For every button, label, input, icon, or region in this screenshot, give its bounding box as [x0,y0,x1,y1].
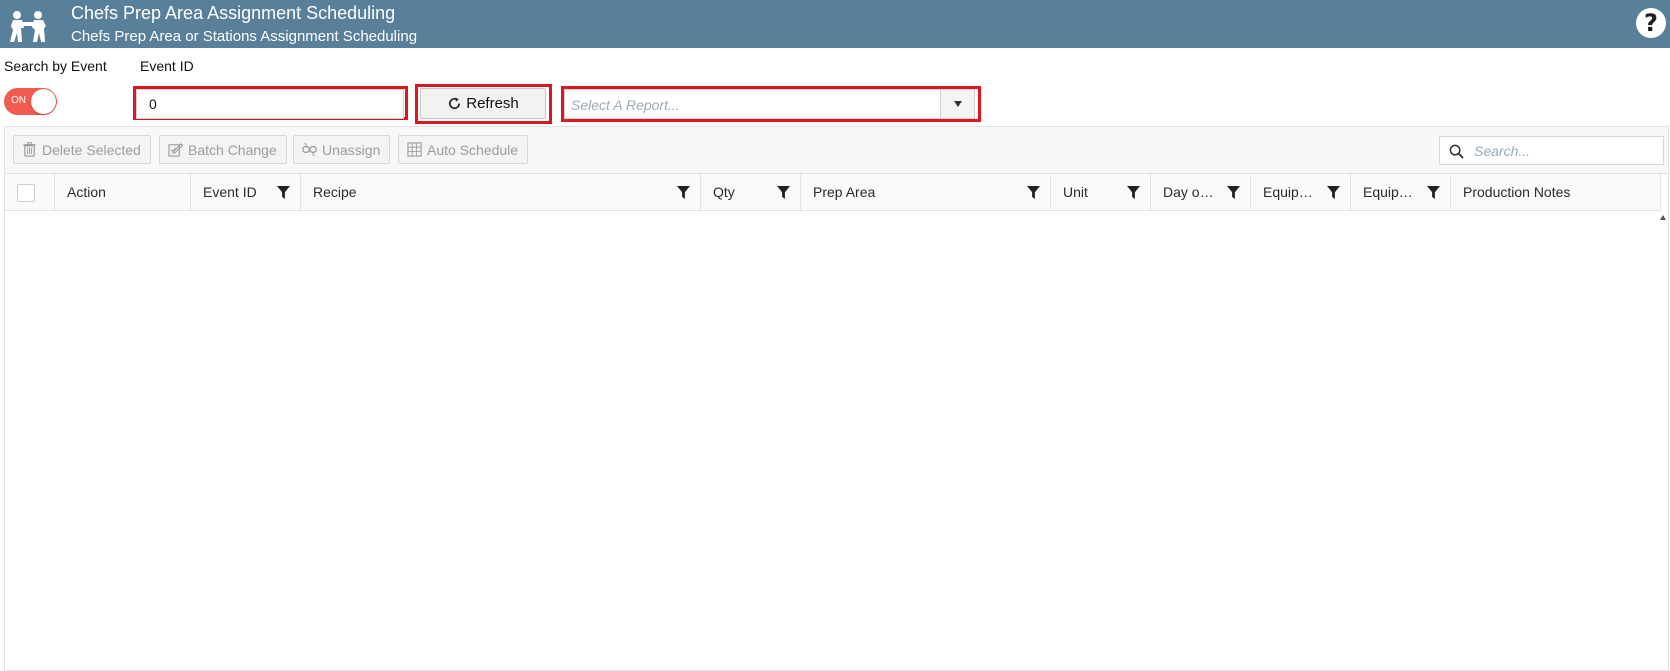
filter-icon[interactable] [777,186,790,199]
assignment-grid: Delete Selected Batch Change Unassign Au… [4,126,1669,671]
column-label: Recipe [313,184,357,200]
event-id-input[interactable] [136,89,404,119]
column-header-unit[interactable]: Unit [1051,174,1151,211]
help-icon[interactable]: ? [1636,8,1666,38]
filter-icon[interactable] [1027,186,1040,199]
column-label: Action [67,184,106,200]
refresh-button[interactable]: Refresh [420,88,546,119]
delete-selected-button[interactable]: Delete Selected [13,135,151,164]
page-title: Chefs Prep Area Assignment Scheduling [71,3,396,23]
grid-toolbar: Delete Selected Batch Change Unassign Au… [5,127,1668,174]
column-header-production-notes[interactable]: Production Notes [1451,174,1661,211]
unassign-button[interactable]: Unassign [293,135,391,164]
column-header-equipment-1[interactable]: Equip… [1251,174,1351,211]
column-header-day-of[interactable]: Day o… [1151,174,1251,211]
column-label: Day o… [1163,184,1214,200]
batch-change-button[interactable]: Batch Change [159,135,287,164]
scrollbar-up-arrow[interactable] [1659,212,1667,222]
column-header-equipment-2[interactable]: Equip… [1351,174,1451,211]
column-label: Qty [713,184,735,200]
refresh-label: Refresh [466,95,519,112]
column-label: Unit [1063,184,1088,200]
search-input[interactable] [1472,141,1657,161]
auto-schedule-button[interactable]: Auto Schedule [398,135,529,164]
filter-icon[interactable] [277,186,290,199]
column-label: Equip… [1263,184,1313,200]
column-label: Equip… [1363,184,1413,200]
toggle-state-label: ON [11,95,26,106]
report-select[interactable]: Select A Report... [564,89,975,119]
search-by-event-toggle[interactable]: ON [4,88,57,115]
column-label: Prep Area [813,184,876,200]
page-subtitle: Chefs Prep Area or Stations Assignment S… [71,28,418,45]
unassign-label: Unassign [322,141,381,158]
report-select-placeholder: Select A Report... [571,97,680,113]
column-label: Event ID [203,184,257,200]
batch-edit-icon [168,143,183,157]
trash-icon [23,142,36,157]
search-by-event-label: Search by Event [4,58,107,74]
column-label: Production Notes [1463,184,1571,200]
column-header-action[interactable]: Action [55,174,191,211]
column-header-qty[interactable]: Qty [701,174,801,211]
filter-icon[interactable] [677,186,690,199]
batch-change-label: Batch Change [188,141,277,158]
search-icon [1449,144,1464,159]
calendar-grid-icon [407,142,422,157]
select-all-checkbox[interactable] [17,184,35,202]
filter-icon[interactable] [1227,186,1240,199]
filter-icon[interactable] [1427,186,1440,199]
column-header-event-id[interactable]: Event ID [191,174,301,211]
chefs-logo-icon [10,11,46,42]
header-select-all-cell [5,174,55,211]
filter-icon[interactable] [1327,186,1340,199]
delete-selected-label: Delete Selected [42,141,141,158]
table-header: Action Event ID Recipe Qty Prep Area Uni… [5,174,1661,211]
column-header-prep-area[interactable]: Prep Area [801,174,1051,211]
refresh-icon [449,97,461,110]
chevron-down-icon[interactable] [940,90,974,118]
column-header-recipe[interactable]: Recipe [301,174,701,211]
app-header: Chefs Prep Area Assignment Scheduling Ch… [0,0,1670,48]
auto-schedule-label: Auto Schedule [427,141,519,158]
toggle-knob [31,89,56,114]
filter-icon[interactable] [1127,186,1140,199]
unlink-icon [302,142,317,157]
event-id-label: Event ID [140,58,194,74]
grid-search [1439,136,1664,165]
